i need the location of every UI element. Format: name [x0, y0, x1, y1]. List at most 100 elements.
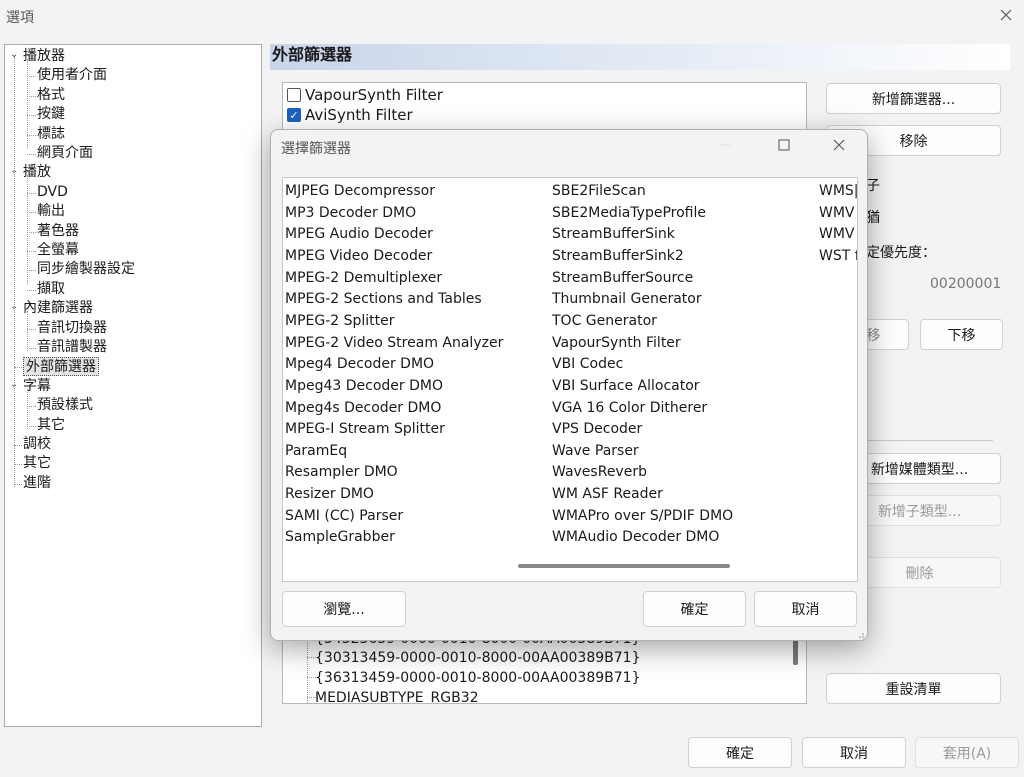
tree-line	[27, 311, 28, 351]
checkbox-checked-icon[interactable]: ✓	[287, 108, 301, 122]
tree-line	[14, 445, 22, 446]
filter-list-item[interactable]: StreamBufferSink2	[552, 246, 684, 266]
tree-item[interactable]: 調校	[23, 435, 51, 454]
tree-item[interactable]: DVD	[37, 183, 68, 202]
filter-select-list[interactable]: MJPEG Decompressor MP3 Decoder DMO MPEG Au…	[282, 177, 858, 582]
filter-list-item[interactable]: VBI Codec	[552, 354, 623, 374]
filter-item-avisynth[interactable]: ✓ AviSynth Filter	[287, 105, 413, 125]
external-filter-list[interactable]: VapourSynth Filter ✓ AviSynth Filter	[282, 82, 807, 132]
filter-list-item[interactable]: WavesReverb	[552, 462, 647, 482]
filter-list-item[interactable]: MP3 Decoder DMO	[285, 203, 416, 223]
filter-label: VapourSynth Filter	[305, 86, 443, 104]
tree-item[interactable]: 網頁介面	[37, 144, 93, 163]
filter-list-item[interactable]: Mpeg4 Decoder DMO	[285, 354, 434, 374]
filter-list-item[interactable]: Wave Parser	[552, 441, 639, 461]
media-type-list[interactable]: {34323659-0000-0010-8000-00AA00389B71} {…	[282, 632, 807, 704]
browse-button[interactable]: 瀏覽...	[282, 591, 406, 627]
label-fragment: 猶	[866, 210, 880, 226]
filter-list-item[interactable]: StreamBufferSink	[552, 224, 675, 244]
tree-item[interactable]: 音訊切換器	[37, 319, 107, 338]
filter-list-item[interactable]: Thumbnail Generator	[552, 289, 702, 309]
tree-line	[14, 483, 22, 485]
tree-item[interactable]: 擷取	[37, 280, 65, 299]
select-filter-dialog[interactable]: 選擇篩選器 MJPEG Decompressor MP3 Decoder DMO M…	[270, 129, 868, 641]
filter-list-item[interactable]: WMV	[819, 203, 855, 223]
filter-list-item[interactable]: MPEG-2 Demultiplexer	[285, 268, 442, 288]
horizontal-scrollbar[interactable]	[518, 564, 730, 568]
close-icon[interactable]	[832, 138, 846, 152]
filter-list-item[interactable]: MJPEG Decompressor	[285, 181, 435, 201]
cancel-button[interactable]: 取消	[802, 737, 906, 768]
filter-list-item[interactable]: StreamBufferSource	[552, 268, 693, 288]
maximize-icon[interactable]	[777, 138, 791, 152]
tree-item[interactable]: 同步繪製器設定	[37, 260, 135, 279]
tree-item[interactable]: 進階	[23, 474, 51, 493]
filter-list-item[interactable]: ParamEq	[285, 441, 347, 461]
minimize-icon[interactable]	[718, 138, 732, 152]
tree-item[interactable]: 輸出	[37, 202, 65, 221]
move-down-button[interactable]: 下移	[920, 319, 1003, 350]
list-item[interactable]: {30313459-0000-0010-8000-00AA00389B71}	[315, 650, 640, 666]
filter-list-item[interactable]: WMV	[819, 224, 855, 244]
tree-item[interactable]: 音訊譜製器	[37, 338, 107, 357]
tree-line	[307, 633, 308, 703]
filter-list-item[interactable]: SBE2FileScan	[552, 181, 646, 201]
dialog-title: 選擇篩選器	[281, 141, 351, 157]
list-item[interactable]: MEDIASUBTYPE_RGB32	[315, 690, 479, 703]
scrollbar-thumb[interactable]	[793, 639, 798, 665]
tree-item[interactable]: 格式	[37, 86, 65, 105]
filter-list-item[interactable]: VBI Surface Allocator	[552, 376, 700, 396]
tree-item[interactable]: 外部篩選器	[23, 357, 99, 377]
tree-item[interactable]: 著色器	[37, 222, 79, 241]
filter-label: AviSynth Filter	[305, 106, 413, 124]
tree-item[interactable]: 播放器	[23, 47, 65, 66]
filter-list-item[interactable]: SAMI (CC) Parser	[285, 506, 403, 526]
filter-list-item[interactable]: WM ASF Reader	[552, 484, 663, 504]
tree-item[interactable]: 預設樣式	[37, 396, 93, 415]
filter-list-item[interactable]: MPEG-I Stream Splitter	[285, 419, 445, 439]
tree-item[interactable]: 使用者介面	[37, 66, 107, 85]
filter-list-item[interactable]: WMS|	[819, 181, 857, 201]
dialog-ok-button[interactable]: 確定	[643, 591, 746, 627]
filter-list-item[interactable]: MPEG-2 Splitter	[285, 311, 395, 331]
add-filter-button[interactable]: 新增篩選器...	[826, 83, 1001, 114]
dialog-cancel-button[interactable]: 取消	[754, 591, 857, 627]
tree-item[interactable]: 全螢幕	[37, 241, 79, 260]
filter-list-item[interactable]: SampleGrabber	[285, 527, 395, 547]
options-tree[interactable]: ⌄ 播放器 使用者介面 格式 按鍵 標誌 網頁介面 ⌄ 播放 DVD 輸出 著色器 全螢幕 同步繪製器設定…	[4, 44, 262, 727]
merit-value[interactable]: 00200001	[930, 276, 1001, 292]
tree-item[interactable]: 內建篩選器	[23, 299, 93, 318]
tree-item[interactable]: 標誌	[37, 125, 65, 144]
ok-button[interactable]: 確定	[688, 737, 792, 768]
tree-item[interactable]: 按鍵	[37, 105, 65, 124]
filter-list-item[interactable]: WMAudio Decoder DMO	[552, 527, 719, 547]
filter-list-item[interactable]: Resizer DMO	[285, 484, 374, 504]
filter-list-item[interactable]: SBE2MediaTypeProfile	[552, 203, 706, 223]
filter-list-item[interactable]: TOC Generator	[552, 311, 657, 331]
filter-list-item[interactable]: VapourSynth Filter	[552, 333, 681, 353]
close-icon[interactable]	[998, 7, 1014, 23]
reset-list-button[interactable]: 重設清單	[826, 673, 1001, 704]
tree-line	[14, 367, 22, 369]
filter-item-vapoursynth[interactable]: VapourSynth Filter	[287, 85, 443, 105]
filter-list-item[interactable]: WMAPro over S/PDIF DMO	[552, 506, 733, 526]
checkbox-unchecked-icon[interactable]	[287, 88, 301, 102]
filter-list-item[interactable]: VGA 16 Color Ditherer	[552, 398, 707, 418]
list-item[interactable]: {36313459-0000-0010-8000-00AA00389B71}	[315, 670, 640, 686]
tree-item[interactable]: 其它	[23, 454, 51, 473]
apply-button[interactable]: 套用(A)	[915, 737, 1019, 768]
filter-list-item[interactable]: MPEG Audio Decoder	[285, 224, 433, 244]
tree-item[interactable]: 其它	[37, 416, 65, 435]
tree-line	[27, 115, 36, 117]
filter-list-item[interactable]: Resampler DMO	[285, 462, 398, 482]
filter-list-item[interactable]: MPEG-2 Sections and Tables	[285, 289, 482, 309]
tree-line	[27, 251, 36, 252]
filter-list-item[interactable]: MPEG Video Decoder	[285, 246, 432, 266]
filter-list-item[interactable]: Mpeg4s Decoder DMO	[285, 398, 441, 418]
filter-list-item[interactable]: VPS Decoder	[552, 419, 642, 439]
resize-grip-icon[interactable]	[856, 630, 865, 639]
page-title: 外部篩選器	[270, 44, 1010, 70]
filter-list-item[interactable]: WST f	[819, 246, 857, 266]
filter-list-item[interactable]: Mpeg43 Decoder DMO	[285, 376, 443, 396]
filter-list-item[interactable]: MPEG-2 Video Stream Analyzer	[285, 333, 503, 353]
